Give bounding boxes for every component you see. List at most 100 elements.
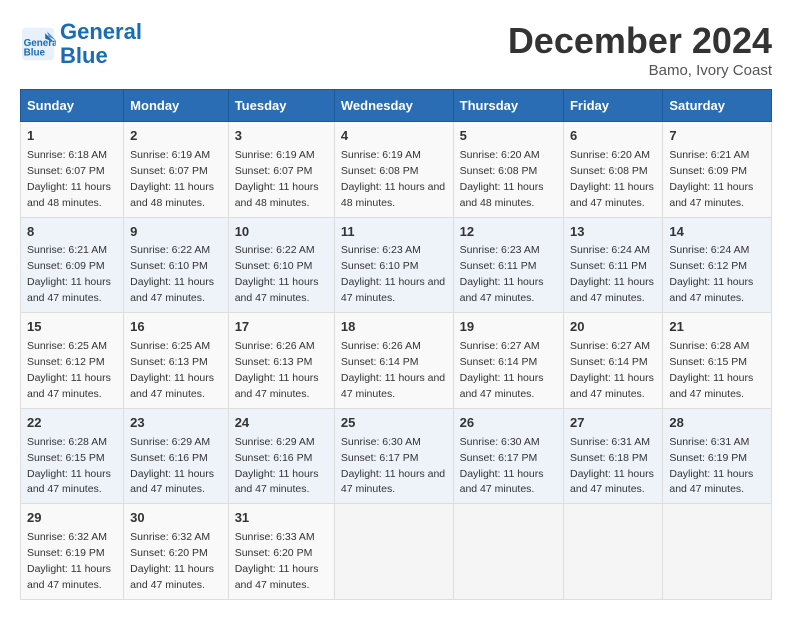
calendar-cell: 22 Sunrise: 6:28 AMSunset: 6:15 PMDaylig…: [21, 408, 124, 504]
day-number: 20: [570, 318, 656, 337]
cell-info: Sunrise: 6:25 AMSunset: 6:12 PMDaylight:…: [27, 340, 111, 400]
page-header: General Blue General Blue December 2024 …: [20, 20, 772, 79]
calendar-cell: 12 Sunrise: 6:23 AMSunset: 6:11 PMDaylig…: [453, 217, 563, 313]
header-wednesday: Wednesday: [334, 90, 453, 122]
day-number: 22: [27, 414, 117, 433]
logo-icon: General Blue: [20, 26, 56, 62]
calendar-cell: 27 Sunrise: 6:31 AMSunset: 6:18 PMDaylig…: [563, 408, 662, 504]
cell-info: Sunrise: 6:18 AMSunset: 6:07 PMDaylight:…: [27, 149, 111, 209]
cell-info: Sunrise: 6:19 AMSunset: 6:07 PMDaylight:…: [235, 149, 319, 209]
calendar-cell: 11 Sunrise: 6:23 AMSunset: 6:10 PMDaylig…: [334, 217, 453, 313]
calendar-cell: 6 Sunrise: 6:20 AMSunset: 6:08 PMDayligh…: [563, 122, 662, 218]
day-number: 17: [235, 318, 328, 337]
calendar-cell: 24 Sunrise: 6:29 AMSunset: 6:16 PMDaylig…: [228, 408, 334, 504]
cell-info: Sunrise: 6:29 AMSunset: 6:16 PMDaylight:…: [130, 436, 214, 496]
day-number: 10: [235, 223, 328, 242]
calendar-cell: [563, 504, 662, 600]
calendar-cell: 29 Sunrise: 6:32 AMSunset: 6:19 PMDaylig…: [21, 504, 124, 600]
cell-info: Sunrise: 6:23 AMSunset: 6:10 PMDaylight:…: [341, 244, 445, 304]
day-number: 6: [570, 127, 656, 146]
calendar-cell: 21 Sunrise: 6:28 AMSunset: 6:15 PMDaylig…: [663, 313, 772, 409]
day-number: 28: [669, 414, 765, 433]
logo-blue: Blue: [60, 43, 108, 68]
calendar-cell: 26 Sunrise: 6:30 AMSunset: 6:17 PMDaylig…: [453, 408, 563, 504]
cell-info: Sunrise: 6:31 AMSunset: 6:19 PMDaylight:…: [669, 436, 753, 496]
calendar-week-5: 29 Sunrise: 6:32 AMSunset: 6:19 PMDaylig…: [21, 504, 772, 600]
calendar-cell: 10 Sunrise: 6:22 AMSunset: 6:10 PMDaylig…: [228, 217, 334, 313]
day-number: 16: [130, 318, 222, 337]
day-number: 26: [460, 414, 557, 433]
day-number: 14: [669, 223, 765, 242]
calendar-cell: 1 Sunrise: 6:18 AMSunset: 6:07 PMDayligh…: [21, 122, 124, 218]
day-number: 7: [669, 127, 765, 146]
cell-info: Sunrise: 6:24 AMSunset: 6:12 PMDaylight:…: [669, 244, 753, 304]
logo-general: General: [60, 19, 142, 44]
day-number: 18: [341, 318, 447, 337]
day-number: 11: [341, 223, 447, 242]
cell-info: Sunrise: 6:25 AMSunset: 6:13 PMDaylight:…: [130, 340, 214, 400]
day-number: 27: [570, 414, 656, 433]
cell-info: Sunrise: 6:29 AMSunset: 6:16 PMDaylight:…: [235, 436, 319, 496]
calendar-week-1: 1 Sunrise: 6:18 AMSunset: 6:07 PMDayligh…: [21, 122, 772, 218]
calendar-cell: 19 Sunrise: 6:27 AMSunset: 6:14 PMDaylig…: [453, 313, 563, 409]
month-title: December 2024: [508, 20, 772, 62]
calendar-cell: 14 Sunrise: 6:24 AMSunset: 6:12 PMDaylig…: [663, 217, 772, 313]
cell-info: Sunrise: 6:20 AMSunset: 6:08 PMDaylight:…: [570, 149, 654, 209]
cell-info: Sunrise: 6:30 AMSunset: 6:17 PMDaylight:…: [341, 436, 445, 496]
calendar-cell: 3 Sunrise: 6:19 AMSunset: 6:07 PMDayligh…: [228, 122, 334, 218]
day-number: 25: [341, 414, 447, 433]
cell-info: Sunrise: 6:22 AMSunset: 6:10 PMDaylight:…: [130, 244, 214, 304]
cell-info: Sunrise: 6:30 AMSunset: 6:17 PMDaylight:…: [460, 436, 544, 496]
calendar-week-4: 22 Sunrise: 6:28 AMSunset: 6:15 PMDaylig…: [21, 408, 772, 504]
calendar-cell: 15 Sunrise: 6:25 AMSunset: 6:12 PMDaylig…: [21, 313, 124, 409]
day-number: 3: [235, 127, 328, 146]
calendar-cell: [453, 504, 563, 600]
calendar-cell: 31 Sunrise: 6:33 AMSunset: 6:20 PMDaylig…: [228, 504, 334, 600]
logo: General Blue General Blue: [20, 20, 142, 68]
day-number: 24: [235, 414, 328, 433]
day-number: 15: [27, 318, 117, 337]
calendar-cell: [663, 504, 772, 600]
day-number: 13: [570, 223, 656, 242]
day-number: 1: [27, 127, 117, 146]
calendar-cell: 4 Sunrise: 6:19 AMSunset: 6:08 PMDayligh…: [334, 122, 453, 218]
svg-text:Blue: Blue: [24, 48, 46, 59]
header-thursday: Thursday: [453, 90, 563, 122]
calendar-cell: 5 Sunrise: 6:20 AMSunset: 6:08 PMDayligh…: [453, 122, 563, 218]
day-number: 4: [341, 127, 447, 146]
calendar-cell: 20 Sunrise: 6:27 AMSunset: 6:14 PMDaylig…: [563, 313, 662, 409]
cell-info: Sunrise: 6:33 AMSunset: 6:20 PMDaylight:…: [235, 531, 319, 591]
cell-info: Sunrise: 6:21 AMSunset: 6:09 PMDaylight:…: [27, 244, 111, 304]
day-number: 29: [27, 509, 117, 528]
day-number: 19: [460, 318, 557, 337]
cell-info: Sunrise: 6:19 AMSunset: 6:07 PMDaylight:…: [130, 149, 214, 209]
calendar-week-2: 8 Sunrise: 6:21 AMSunset: 6:09 PMDayligh…: [21, 217, 772, 313]
day-number: 9: [130, 223, 222, 242]
cell-info: Sunrise: 6:28 AMSunset: 6:15 PMDaylight:…: [27, 436, 111, 496]
cell-info: Sunrise: 6:23 AMSunset: 6:11 PMDaylight:…: [460, 244, 544, 304]
calendar-week-3: 15 Sunrise: 6:25 AMSunset: 6:12 PMDaylig…: [21, 313, 772, 409]
cell-info: Sunrise: 6:32 AMSunset: 6:19 PMDaylight:…: [27, 531, 111, 591]
header-friday: Friday: [563, 90, 662, 122]
day-number: 8: [27, 223, 117, 242]
cell-info: Sunrise: 6:22 AMSunset: 6:10 PMDaylight:…: [235, 244, 319, 304]
calendar-table: SundayMondayTuesdayWednesdayThursdayFrid…: [20, 89, 772, 600]
cell-info: Sunrise: 6:27 AMSunset: 6:14 PMDaylight:…: [460, 340, 544, 400]
calendar-cell: 23 Sunrise: 6:29 AMSunset: 6:16 PMDaylig…: [124, 408, 229, 504]
day-number: 2: [130, 127, 222, 146]
header-saturday: Saturday: [663, 90, 772, 122]
calendar-cell: [334, 504, 453, 600]
calendar-cell: 30 Sunrise: 6:32 AMSunset: 6:20 PMDaylig…: [124, 504, 229, 600]
day-number: 5: [460, 127, 557, 146]
calendar-cell: 9 Sunrise: 6:22 AMSunset: 6:10 PMDayligh…: [124, 217, 229, 313]
header-tuesday: Tuesday: [228, 90, 334, 122]
calendar-cell: 25 Sunrise: 6:30 AMSunset: 6:17 PMDaylig…: [334, 408, 453, 504]
cell-info: Sunrise: 6:31 AMSunset: 6:18 PMDaylight:…: [570, 436, 654, 496]
calendar-cell: 8 Sunrise: 6:21 AMSunset: 6:09 PMDayligh…: [21, 217, 124, 313]
day-number: 21: [669, 318, 765, 337]
calendar-cell: 13 Sunrise: 6:24 AMSunset: 6:11 PMDaylig…: [563, 217, 662, 313]
header-sunday: Sunday: [21, 90, 124, 122]
calendar-cell: 18 Sunrise: 6:26 AMSunset: 6:14 PMDaylig…: [334, 313, 453, 409]
day-number: 12: [460, 223, 557, 242]
cell-info: Sunrise: 6:19 AMSunset: 6:08 PMDaylight:…: [341, 149, 445, 209]
